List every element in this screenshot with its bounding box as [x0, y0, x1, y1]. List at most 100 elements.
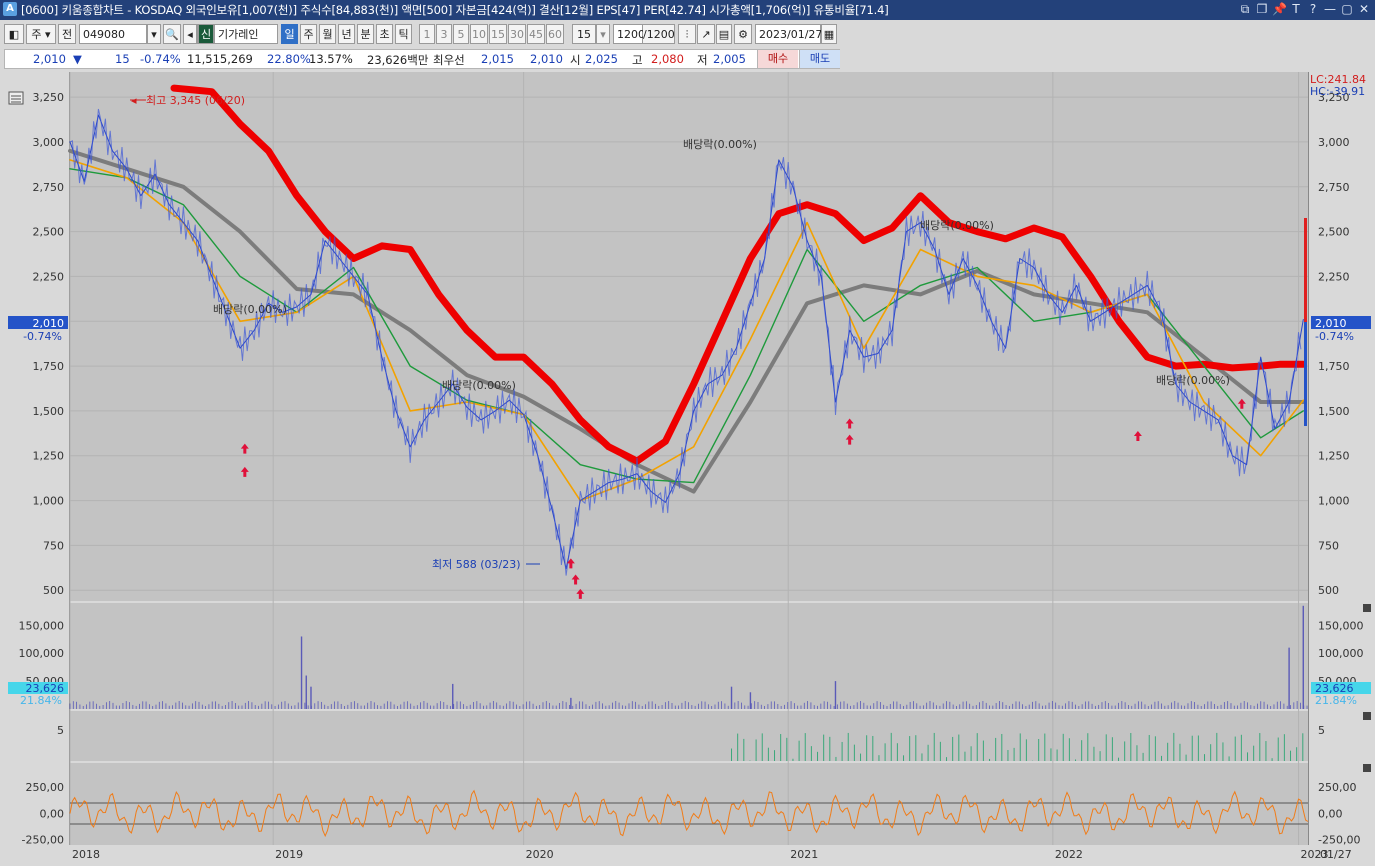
period-1[interactable]: 주: [300, 24, 317, 44]
interval-1[interactable]: 1: [419, 24, 435, 44]
range-bar-down: [1304, 322, 1307, 426]
chart-toolbar: ◧ 주 ▾ 전 049080 ▾ 🔍 ◂ ▾ 신 기가레인 15 ▾ 1200 …: [0, 24, 1375, 46]
window-controls: ⧉ ❐ 📌 T? — ▢ ✕: [1238, 1, 1371, 17]
y-tick-left: 500: [43, 584, 64, 597]
y-tick-right: 3,000: [1318, 136, 1350, 149]
high-annotation: 최고 3,345 (06/20): [146, 94, 245, 107]
dividend-annotation-3: 배당락(0.00%): [683, 138, 757, 151]
tile-icon[interactable]: ❐: [1255, 1, 1269, 17]
x-tick-year: 2020: [526, 848, 554, 861]
price-panel[interactable]: [70, 72, 1308, 601]
restore-icon[interactable]: ⧉: [1238, 1, 1252, 17]
y-tick-right: 1,000: [1318, 495, 1350, 508]
dividend-annotation-2: 배당락(0.00%): [442, 379, 516, 392]
y-tick-left: 1,250: [33, 450, 65, 463]
dividend-annotation-5: 배당락(0.00%): [1156, 374, 1230, 387]
window-titlebar: A [0600] 키움종합차트 - KOSDAQ 외국인보유[1,007(천)]…: [0, 0, 1375, 20]
x-tick-year: 2022: [1055, 848, 1083, 861]
period-3[interactable]: 년: [338, 24, 355, 44]
interval-15[interactable]: 15: [489, 24, 507, 44]
interval-45[interactable]: 45: [527, 24, 545, 44]
chart-svg[interactable]: 3,250 3,2503,000 3,0002,750 2,7502,500 2,500…: [0, 72, 1375, 863]
quote-turnover: 13.57%: [309, 52, 353, 66]
high-price: 2,080: [651, 52, 684, 66]
oscillator-tick-left: -250,00: [22, 834, 64, 847]
y-tick-left: 2,250: [33, 270, 65, 283]
oscillator-panel-close-icon[interactable]: [1363, 764, 1371, 772]
interval-dropdown-icon[interactable]: ▾: [596, 24, 610, 44]
volume-tick-left: 100,000: [19, 647, 65, 660]
close-icon[interactable]: ✕: [1357, 1, 1371, 17]
maximize-icon[interactable]: ▢: [1340, 1, 1354, 17]
x-tick-year: 2019: [275, 848, 303, 861]
y-tick-left: 1,500: [33, 405, 65, 418]
foreign-tick-right: 5: [1318, 724, 1325, 737]
period-2[interactable]: 월: [319, 24, 336, 44]
y-tick-right: 2,750: [1318, 181, 1350, 194]
oscillator-tick-right: 250,00: [1318, 781, 1357, 794]
buy-button[interactable]: 매수: [757, 50, 798, 68]
x-tick-year: 2018: [72, 848, 100, 861]
chart-area[interactable]: 3,250 3,250 3,000 3,000 2,750 2,750 2,500 2,500…: [0, 72, 1375, 863]
stock-name: 기가레인: [214, 24, 278, 44]
high-annotation-arrow: ◂: [131, 94, 137, 107]
quote-volume-pct: 22.80%: [267, 52, 311, 66]
y-tick-left: 3,000: [33, 136, 65, 149]
quote-volume: 11,515,269: [187, 52, 253, 66]
dividend-annotation-1: 배당락(0.00%): [213, 303, 287, 316]
all-toggle[interactable]: 전: [58, 24, 76, 44]
count-input[interactable]: 1200: [613, 24, 645, 44]
calculator-icon[interactable]: [8, 91, 24, 105]
font-icon[interactable]: T: [1289, 1, 1303, 17]
interval-60[interactable]: 60: [546, 24, 564, 44]
open-label: 시: [570, 53, 581, 67]
candle-type-icon[interactable]: ⫶: [678, 24, 696, 44]
oscillator-panel[interactable]: [70, 763, 1308, 845]
dividend-annotation-4: 배당락(0.00%): [920, 219, 994, 232]
hc-label: HC:-39.91: [1310, 85, 1365, 98]
current-change-right: -0.74%: [1315, 330, 1354, 343]
volume-tick-right: 150,000: [1318, 619, 1364, 632]
quote-price: 2,010: [33, 52, 66, 66]
minimize-icon[interactable]: —: [1323, 1, 1337, 17]
y-tick-right: 2,250: [1318, 270, 1350, 283]
volume-panel-close-icon[interactable]: [1363, 604, 1371, 612]
save-icon[interactable]: ▤: [716, 24, 732, 44]
y-tick-left: 1,000: [33, 495, 65, 508]
volume-panel[interactable]: [70, 603, 1308, 709]
calendar-icon[interactable]: ▦: [821, 24, 837, 44]
interval-select[interactable]: 15: [572, 24, 596, 44]
gear-icon[interactable]: ⚙: [734, 24, 752, 44]
period-0[interactable]: 일: [281, 24, 298, 44]
period-4[interactable]: 분: [357, 24, 374, 44]
period-6[interactable]: 틱: [395, 24, 412, 44]
stock-code-input[interactable]: 049080: [79, 24, 147, 44]
date-input[interactable]: 2023/01/27: [755, 24, 822, 44]
foreign-panel[interactable]: [70, 711, 1308, 761]
interval-30[interactable]: 30: [508, 24, 526, 44]
y-tick-left: 3,250: [33, 91, 65, 104]
y-tick-right: 2,500: [1318, 226, 1350, 239]
change-arrow-icon: ▼: [73, 52, 82, 66]
interval-select-value: 15: [577, 28, 591, 41]
help-icon[interactable]: ?: [1306, 1, 1320, 17]
type-select[interactable]: 주 ▾: [26, 24, 56, 44]
volume-pct-right: 21.84%: [1315, 694, 1357, 707]
interval-5[interactable]: 5: [453, 24, 469, 44]
code-dropdown-icon[interactable]: ▾: [147, 24, 161, 44]
pin-icon[interactable]: 📌: [1272, 1, 1287, 17]
search-icon[interactable]: 🔍: [163, 24, 181, 44]
quote-amount: 23,626백만: [367, 53, 429, 67]
interval-10[interactable]: 10: [470, 24, 488, 44]
period-5[interactable]: 초: [376, 24, 393, 44]
interval-3[interactable]: 3: [436, 24, 452, 44]
quote-change-pct: -0.74%: [140, 52, 181, 66]
speaker-icon[interactable]: ◂: [183, 24, 197, 44]
draw-tool-icon[interactable]: ↗: [697, 24, 715, 44]
sell-button[interactable]: 매도: [799, 50, 840, 68]
x-tick-year: 2021: [790, 848, 818, 861]
foreign-panel-close-icon[interactable]: [1363, 712, 1371, 720]
y-tick-right: 500: [1318, 584, 1339, 597]
volume-tick-right: 100,000: [1318, 647, 1364, 660]
chart-settings-icon[interactable]: ◧: [4, 24, 24, 44]
